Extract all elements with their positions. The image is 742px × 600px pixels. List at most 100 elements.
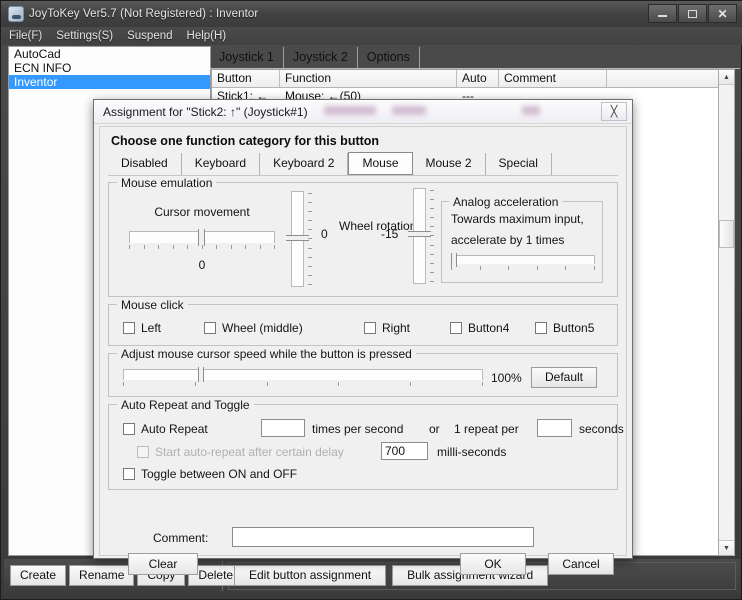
ok-button[interactable]: OK [460, 553, 526, 575]
menu-settings[interactable]: Settings(S) [56, 30, 113, 42]
grid-header-row: Button Function Auto Comment [212, 70, 731, 88]
grid-header-button[interactable]: Button [212, 70, 280, 87]
tab-joystick-2[interactable]: Joystick 2 [284, 47, 358, 68]
checkbox-icon[interactable] [123, 423, 135, 435]
menu-help[interactable]: Help(H) [187, 30, 227, 42]
grid-vertical-scrollbar[interactable]: ▲ ▼ [718, 69, 735, 556]
checkbox-icon[interactable] [123, 468, 135, 480]
wheel-rotation-label: Wheel rotation [339, 219, 417, 233]
cursor-movement-value: 0 [198, 258, 206, 272]
close-button[interactable]: ✕ [708, 4, 737, 23]
checkbox-wheel-middle[interactable]: Wheel (middle) [204, 321, 303, 335]
checkbox-label: Start auto-repeat after certain delay [155, 445, 344, 459]
dialog-heading: Choose one function category for this bu… [111, 134, 380, 148]
or-label: or [429, 422, 440, 436]
tab-special[interactable]: Special [486, 153, 552, 175]
dialog-body: Choose one function category for this bu… [99, 126, 627, 575]
milli-seconds-label: milli-seconds [437, 445, 507, 459]
tab-disabled[interactable]: Disabled [108, 153, 182, 175]
grid-header-auto[interactable]: Auto [457, 70, 499, 87]
checkbox-icon[interactable] [123, 322, 135, 334]
slider-track [451, 255, 595, 264]
category-tabs: Disabled Keyboard Keyboard 2 Mouse Mouse… [108, 152, 618, 176]
minimize-button[interactable] [648, 4, 677, 23]
checkbox-icon[interactable] [204, 322, 216, 334]
checkbox-auto-repeat[interactable]: Auto Repeat [123, 422, 208, 436]
comment-row: Comment: [108, 527, 622, 549]
grid-header-extra[interactable] [607, 70, 731, 87]
window-title: JoyToKey Ver5.7 (Not Registered) : Inven… [29, 8, 259, 20]
default-button[interactable]: Default [531, 367, 597, 388]
create-button[interactable]: Create [10, 565, 67, 586]
menu-suspend[interactable]: Suspend [127, 30, 172, 42]
checkbox-label: Button5 [553, 321, 595, 335]
slider-ticks [308, 193, 312, 285]
analog-acceleration-slider[interactable] [451, 253, 595, 273]
joystick-icon [8, 6, 24, 22]
profile-item-inventor[interactable]: Inventor [9, 75, 210, 89]
maximize-button[interactable] [678, 4, 707, 23]
tab-keyboard-2[interactable]: Keyboard 2 [260, 153, 349, 175]
checkbox-toggle-on-off[interactable]: Toggle between ON and OFF [123, 467, 297, 481]
cancel-button[interactable]: Cancel [548, 553, 614, 575]
slider-thumb[interactable] [408, 231, 431, 237]
minimize-icon [658, 15, 667, 17]
checkbox-left[interactable]: Left [123, 321, 161, 335]
slider-thumb[interactable] [451, 253, 457, 267]
grid-header-function[interactable]: Function [280, 70, 457, 87]
tab-options[interactable]: Options [358, 47, 420, 68]
cursor-movement-label: Cursor movement [154, 205, 250, 219]
times-per-second-label: times per second [312, 422, 404, 436]
close-icon: ✕ [717, 6, 728, 21]
slider-ticks [451, 266, 595, 270]
tab-mouse[interactable]: Mouse [348, 152, 413, 175]
vertical-cursor-slider[interactable] [286, 191, 321, 287]
obscured-text [522, 106, 540, 115]
tab-joystick-1[interactable]: Joystick 1 [210, 47, 284, 68]
tab-mouse-2[interactable]: Mouse 2 [413, 153, 486, 175]
slider-thumb[interactable] [198, 229, 205, 246]
scroll-up-icon[interactable]: ▲ [719, 70, 734, 85]
checkbox-button4[interactable]: Button4 [450, 321, 509, 335]
analog-acceleration-group: Analog acceleration Towards maximum inpu… [441, 195, 603, 283]
scroll-down-icon[interactable]: ▼ [719, 540, 734, 555]
checkbox-label: Wheel (middle) [222, 321, 303, 335]
mouse-click-group: Mouse click Left Wheel (middle) Right Bu… [108, 298, 618, 346]
scrollbar-thumb[interactable] [719, 220, 734, 248]
cursor-speed-value: 100% [491, 371, 522, 385]
checkbox-icon[interactable] [450, 322, 462, 334]
checkbox-button5[interactable]: Button5 [535, 321, 594, 335]
checkbox-icon[interactable] [137, 446, 149, 458]
checkbox-start-delay[interactable]: Start auto-repeat after certain delay [137, 445, 344, 459]
auto-repeat-seconds-input[interactable] [537, 419, 572, 437]
auto-repeat-rate-input[interactable] [261, 419, 305, 437]
wheel-rotation-slider[interactable] [408, 188, 443, 284]
checkbox-icon[interactable] [364, 322, 376, 334]
cursor-speed-slider[interactable] [123, 367, 483, 389]
auto-repeat-delay-input[interactable]: 700 [381, 442, 428, 460]
dialog-close-button[interactable]: ╳ [601, 102, 627, 121]
comment-input[interactable] [232, 527, 534, 547]
mouse-click-legend: Mouse click [117, 298, 188, 312]
one-repeat-per-label: 1 repeat per [454, 422, 519, 436]
tab-keyboard[interactable]: Keyboard [182, 153, 261, 175]
cursor-speed-legend: Adjust mouse cursor speed while the butt… [117, 347, 416, 361]
profile-item-autocad[interactable]: AutoCad [9, 47, 210, 61]
main-window: JoyToKey Ver5.7 (Not Registered) : Inven… [0, 0, 742, 600]
profile-item-ecn-info[interactable]: ECN INFO [9, 61, 210, 75]
dialog-buttons: Clear OK Cancel [108, 553, 622, 577]
checkbox-label: Right [382, 321, 411, 335]
analog-acceleration-line-1: Towards maximum input, [451, 212, 584, 226]
checkbox-label: Left [141, 321, 162, 335]
cursor-movement-slider[interactable] [129, 229, 275, 253]
clear-button[interactable]: Clear [128, 553, 198, 575]
grid-header-comment[interactable]: Comment [499, 70, 607, 87]
slider-thumb[interactable] [198, 367, 204, 382]
slider-thumb[interactable] [286, 235, 309, 241]
slider-ticks [123, 382, 483, 386]
checkbox-label: Auto Repeat [141, 422, 208, 436]
menu-file[interactable]: File(F) [9, 30, 42, 42]
checkbox-right[interactable]: Right [364, 321, 410, 335]
checkbox-icon[interactable] [535, 322, 547, 334]
dialog-title: Assignment for "Stick2: ↑" (Joystick#1) [103, 104, 308, 119]
